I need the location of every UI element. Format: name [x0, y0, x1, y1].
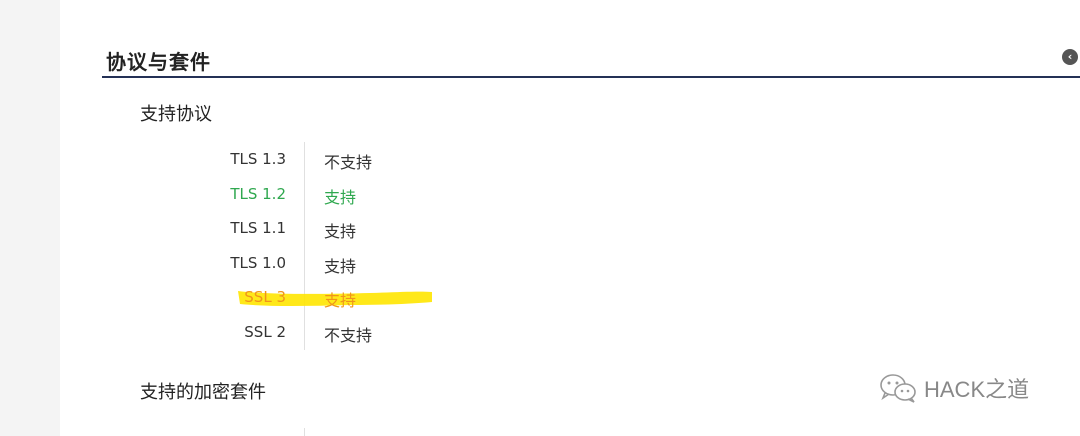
protocol-row-ssl3: SSL 3 支持 — [210, 280, 510, 315]
watermark: HACK之道 — [878, 370, 1029, 406]
section-title: 协议与套件 — [106, 50, 211, 74]
protocol-status: 支持 — [324, 187, 357, 207]
protocol-status: 支持 — [324, 291, 357, 311]
protocol-name: TLS 1.0 — [230, 253, 286, 272]
wechat-icon — [880, 374, 916, 403]
page: 协议与套件 ‹ 支持协议 TLS 1.3 不支持 TLS 1.2 支持 TLS … — [0, 0, 1080, 436]
protocol-row-tls11: TLS 1.1 支持 — [210, 211, 510, 246]
protocol-name: SSL 3 — [244, 288, 286, 307]
protocol-status: 不支持 — [324, 153, 373, 172]
protocol-status: 不支持 — [324, 325, 373, 345]
protocol-row-tls12: TLS 1.2 支持 — [210, 177, 510, 212]
protocol-name: TLS 1.1 — [230, 219, 286, 238]
protocol-name: TLS 1.3 — [230, 150, 286, 168]
cipher-suites-title: 支持的加密套件 — [140, 382, 266, 403]
protocols-table: TLS 1.3 不支持 TLS 1.2 支持 TLS 1.1 支持 TLS 1.… — [210, 142, 510, 350]
protocols-title: 支持协议 — [140, 104, 212, 125]
section-header: 协议与套件 ‹ — [102, 40, 1080, 78]
protocol-row-tls10: TLS 1.0 支持 — [210, 246, 510, 281]
protocol-name: TLS 1.2 — [230, 184, 286, 203]
protocol-status: 支持 — [324, 222, 357, 242]
protocol-name: SSL 2 — [244, 322, 286, 341]
protocol-row-tls13: TLS 1.3 不支持 — [210, 142, 510, 177]
protocol-status: 支持 — [324, 256, 357, 276]
collapse-icon[interactable]: ‹ — [1062, 49, 1078, 65]
watermark-text: HACK之道 — [924, 377, 1030, 402]
protocol-row-ssl2: SSL 2 不支持 — [210, 315, 510, 350]
table-divider — [304, 428, 305, 436]
